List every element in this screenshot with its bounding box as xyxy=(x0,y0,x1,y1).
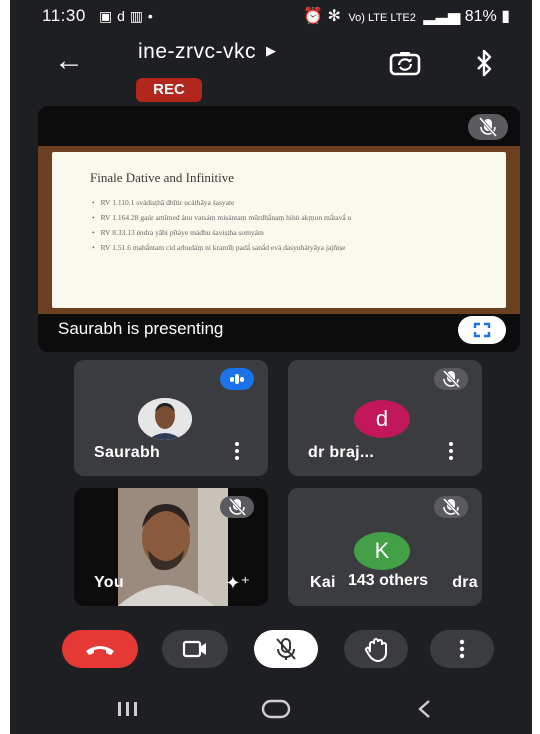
bluetooth-audio-icon[interactable] xyxy=(472,46,496,80)
end-call-button[interactable] xyxy=(62,630,138,668)
self-camera-feed xyxy=(118,488,228,606)
slide-bullet: RV 1.51.6 mahā́ntam cid arbudáṃ ni kramī… xyxy=(92,243,351,258)
shared-slide: Finale Dative and Infinitive RV 1.110.1 … xyxy=(52,152,506,308)
status-right: ⏰ ✻ Vo) LTE LTE2 ▂▃▅ 81% ▮ xyxy=(303,6,510,26)
bluetooth-status-icon: ✻ xyxy=(327,8,341,25)
battery-icon: ▮ xyxy=(501,8,510,25)
slide-bullet: RV 8.33.13 éndra yāhi pītáye mádhu śaviṣ… xyxy=(92,228,351,243)
tile-options-icon[interactable] xyxy=(234,442,240,464)
status-bar: 11:30 ▣ d ▥ • ⏰ ✻ Vo) LTE LTE2 ▂▃▅ 81% ▮ xyxy=(10,0,532,34)
participant-name: dr braj... xyxy=(308,444,375,461)
more-options-button[interactable] xyxy=(430,630,494,668)
participant-name: Kai xyxy=(310,574,336,591)
participant-name: You xyxy=(94,574,124,591)
recording-badge: REC xyxy=(136,78,202,102)
participant-name-tail: dra xyxy=(452,574,478,591)
slide-bullet: RV 1.164.28 gaúr amīmed ánu vatsáṃ miṣán… xyxy=(92,213,352,228)
alarm-icon: ⏰ xyxy=(303,8,324,25)
recents-icon[interactable] xyxy=(114,698,142,720)
presentation-panel[interactable]: Finale Dative and Infinitive RV 1.110.1 … xyxy=(38,106,520,352)
mic-off-icon xyxy=(276,638,296,660)
speaking-indicator-icon xyxy=(220,368,254,390)
avatar: K xyxy=(354,532,410,570)
slide-bullet: RV 1.110.1 svádiṣṭhā dhītir ucáthāya śas… xyxy=(92,198,351,213)
fullscreen-icon xyxy=(473,322,491,338)
system-navigation-bar xyxy=(10,684,532,734)
raise-hand-icon xyxy=(365,638,387,662)
phone-screen: 11:30 ▣ d ▥ • ⏰ ✻ Vo) LTE LTE2 ▂▃▅ 81% ▮… xyxy=(10,0,532,734)
raise-hand-button[interactable] xyxy=(344,630,408,668)
signal-icon: ▂▃▅ xyxy=(423,8,461,25)
network-text: Vo) LTE LTE2 xyxy=(348,12,416,24)
effects-sparkle-icon[interactable]: ✦⁺ xyxy=(225,573,250,594)
slide-title: Finale Dative and Infinitive xyxy=(90,170,235,185)
participant-tile-saurabh[interactable]: Saurabh xyxy=(74,360,268,476)
battery-level: 81% xyxy=(464,8,497,25)
tile-options-icon[interactable] xyxy=(448,442,454,464)
participant-tile-self[interactable]: You ✦⁺ xyxy=(74,488,268,606)
more-options-icon xyxy=(459,639,465,659)
mic-off-icon xyxy=(434,496,468,518)
presenter-label: Saurabh is presenting xyxy=(58,319,224,338)
switch-camera-icon[interactable] xyxy=(388,46,422,80)
microphone-toggle-button[interactable] xyxy=(254,630,318,668)
notification-icons: ▣ d ▥ • xyxy=(99,8,154,24)
shared-slide-frame: Finale Dative and Infinitive RV 1.110.1 … xyxy=(38,146,520,314)
status-time: 11:30 ▣ d ▥ • xyxy=(42,6,153,26)
others-count-label[interactable]: 143 others xyxy=(344,570,433,592)
avatar: d xyxy=(354,400,410,438)
back-icon[interactable] xyxy=(414,698,436,720)
slide-bullet-list: RV 1.110.1 svádiṣṭhā dhītir ucáthāya śas… xyxy=(92,198,352,258)
back-arrow-icon[interactable]: ← xyxy=(54,46,84,76)
presenter-mic-off-icon xyxy=(468,114,508,140)
fullscreen-button[interactable] xyxy=(458,316,506,344)
meeting-code: ine-zrvc-vkc xyxy=(138,40,257,63)
participant-name: Saurabh xyxy=(94,444,161,461)
participant-tile-dr-braj[interactable]: d dr braj... xyxy=(288,360,482,476)
avatar xyxy=(138,398,192,440)
home-icon[interactable] xyxy=(260,698,292,720)
camera-toggle-button[interactable] xyxy=(162,630,228,668)
camera-icon xyxy=(182,640,206,658)
end-call-icon xyxy=(86,646,114,655)
participant-tile-others[interactable]: K Kai dra 143 others xyxy=(288,488,482,606)
clock: 11:30 xyxy=(42,6,86,25)
caret-right-icon: ▶ xyxy=(266,43,277,58)
mic-off-icon xyxy=(434,368,468,390)
mic-off-icon xyxy=(220,496,254,518)
meeting-title[interactable]: ine-zrvc-vkc ▶ xyxy=(138,40,277,64)
